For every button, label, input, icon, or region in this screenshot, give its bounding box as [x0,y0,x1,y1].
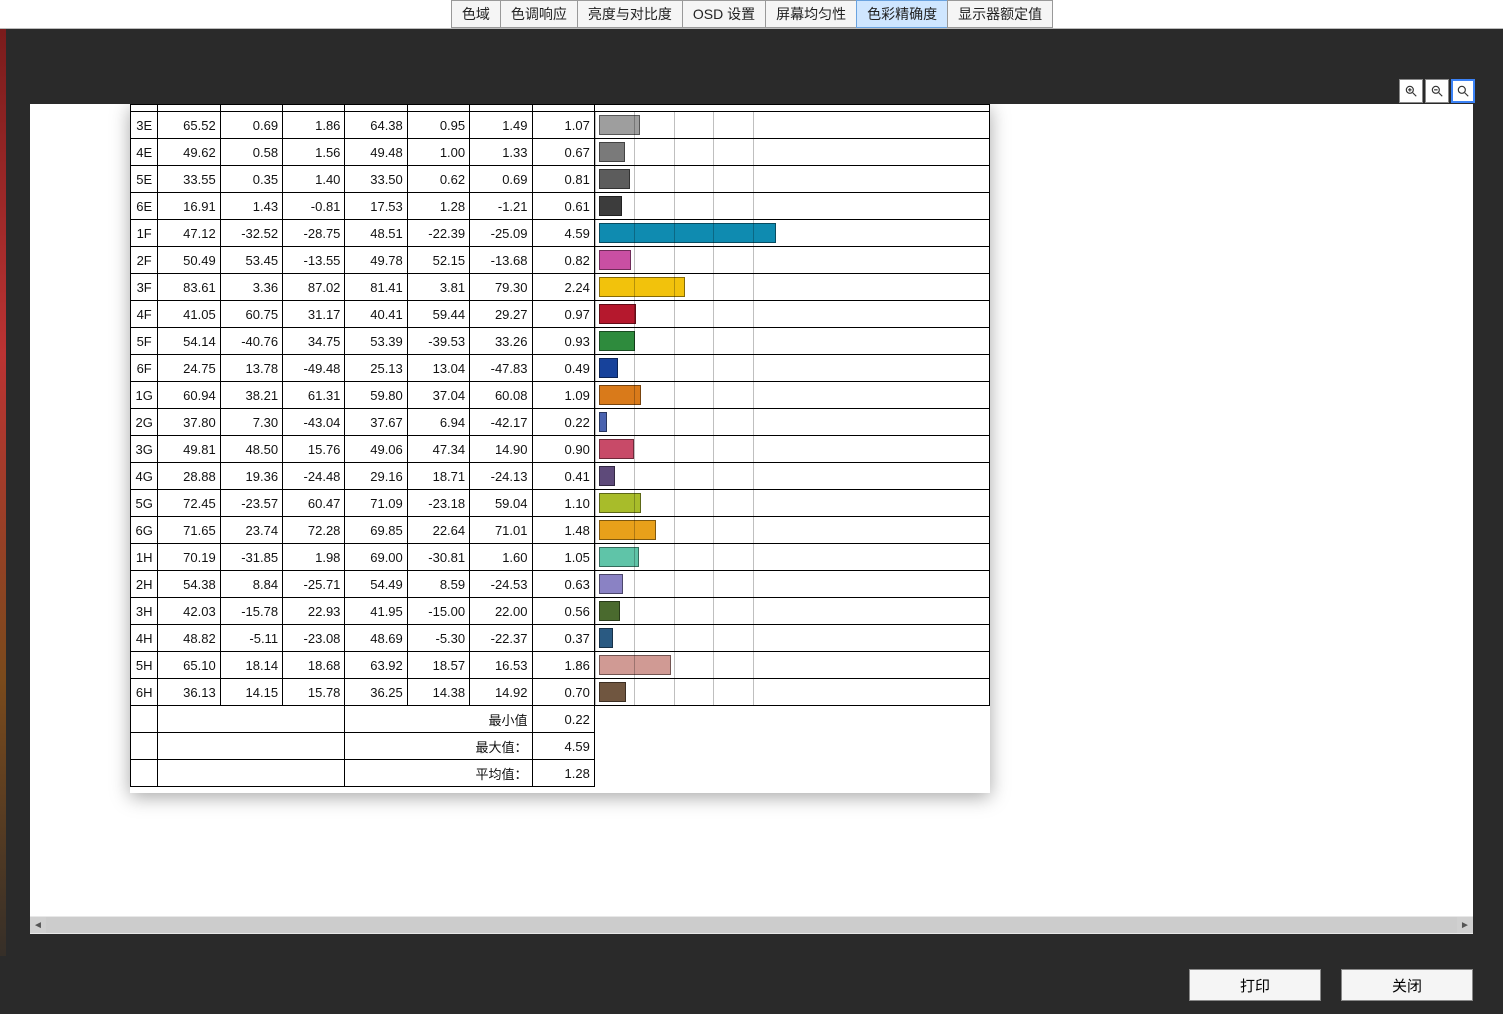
tab-0[interactable]: 色域 [451,0,501,28]
document-viewport: 3E65.520.691.8664.380.951.491.074E49.620… [30,104,1473,934]
bar-cell [594,247,989,274]
summary-value: 0.22 [532,706,594,733]
bar-cell [594,544,989,571]
color-accuracy-table: 3E65.520.691.8664.380.951.491.074E49.620… [130,104,990,787]
bar-cell [594,652,989,679]
bar-cell [594,625,989,652]
bar-cell [594,166,989,193]
zoom-toolbox [1399,79,1475,103]
table-row: 5E33.550.351.4033.500.620.690.81 [131,166,990,193]
table-row: 3G49.8148.5015.7649.0647.3414.900.90 [131,436,990,463]
tab-bar: 色域色调响应亮度与对比度OSD 设置屏幕均匀性色彩精确度显示器额定值 [0,0,1503,29]
bar-cell [594,328,989,355]
zoom-in-icon[interactable] [1399,79,1423,103]
close-button[interactable]: 关闭 [1341,969,1473,1001]
scroll-right-icon[interactable]: ► [1457,917,1473,933]
bar-cell [594,436,989,463]
summary-value: 1.28 [532,760,594,787]
bar-cell [594,355,989,382]
bar-cell [594,193,989,220]
table-row: 6E16.911.43-0.8117.531.28-1.210.61 [131,193,990,220]
bar-cell [594,490,989,517]
bar-cell [594,382,989,409]
table-row: 2F50.4953.45-13.5549.7852.15-13.680.82 [131,247,990,274]
summary-label: 平均值： [345,760,532,787]
tab-1[interactable]: 色调响应 [500,0,578,28]
bar-cell [594,571,989,598]
bar-cell [594,517,989,544]
table-row: 2H54.388.84-25.7154.498.59-24.530.63 [131,571,990,598]
table-row: 4G28.8819.36-24.4829.1618.71-24.130.41 [131,463,990,490]
bar-cell [594,139,989,166]
scroll-left-icon[interactable]: ◄ [30,917,46,933]
table-row: 4F41.0560.7531.1740.4159.4429.270.97 [131,301,990,328]
summary-row-avg: 平均值：1.28 [131,760,990,787]
summary-label: 最小值 [345,706,532,733]
tab-3[interactable]: OSD 设置 [682,0,766,28]
table-row: 1H70.19-31.851.9869.00-30.811.601.05 [131,544,990,571]
report-page: 3E65.520.691.8664.380.951.491.074E49.620… [130,104,990,793]
summary-label: 最大值： [345,733,532,760]
zoom-fit-icon[interactable] [1451,79,1475,103]
table-row: 1F47.12-32.52-28.7548.51-22.39-25.094.59 [131,220,990,247]
bar-cell [594,301,989,328]
bar-cell [594,598,989,625]
table-row: 4H48.82-5.11-23.0848.69-5.30-22.370.37 [131,625,990,652]
tab-5[interactable]: 色彩精确度 [856,0,948,28]
table-row: 3F83.613.3687.0281.413.8179.302.24 [131,274,990,301]
bar-cell [594,679,989,706]
table-row: 3E65.520.691.8664.380.951.491.07 [131,112,990,139]
tab-6[interactable]: 显示器额定值 [947,0,1053,28]
summary-row-min: 最小值0.22 [131,706,990,733]
footer-bar: 打印 关闭 [0,956,1503,1014]
table-row: 5G72.45-23.5760.4771.09-23.1859.041.10 [131,490,990,517]
horizontal-scrollbar[interactable]: ◄ ► [30,916,1473,934]
table-row: 4E49.620.581.5649.481.001.330.67 [131,139,990,166]
bar-cell [594,463,989,490]
bar-cell [594,112,989,139]
table-row: 6F24.7513.78-49.4825.1313.04-47.830.49 [131,355,990,382]
summary-value: 4.59 [532,733,594,760]
summary-row-max: 最大值：4.59 [131,733,990,760]
bar-cell [594,220,989,247]
bar-cell [594,409,989,436]
print-button[interactable]: 打印 [1189,969,1321,1001]
zoom-out-icon[interactable] [1425,79,1449,103]
table-row: 5F54.14-40.7634.7553.39-39.5333.260.93 [131,328,990,355]
table-row: 2G37.807.30-43.0437.676.94-42.170.22 [131,409,990,436]
table-row: 5H65.1018.1418.6863.9218.5716.531.86 [131,652,990,679]
table-row: 6G71.6523.7472.2869.8522.6471.011.48 [131,517,990,544]
window-edge-decoration [0,29,6,1004]
table-row: 3H42.03-15.7822.9341.95-15.0022.000.56 [131,598,990,625]
bar-cell [594,274,989,301]
tab-2[interactable]: 亮度与对比度 [577,0,683,28]
tab-4[interactable]: 屏幕均匀性 [765,0,857,28]
table-row: 1G60.9438.2161.3159.8037.0460.081.09 [131,382,990,409]
table-row: 6H36.1314.1515.7836.2514.3814.920.70 [131,679,990,706]
